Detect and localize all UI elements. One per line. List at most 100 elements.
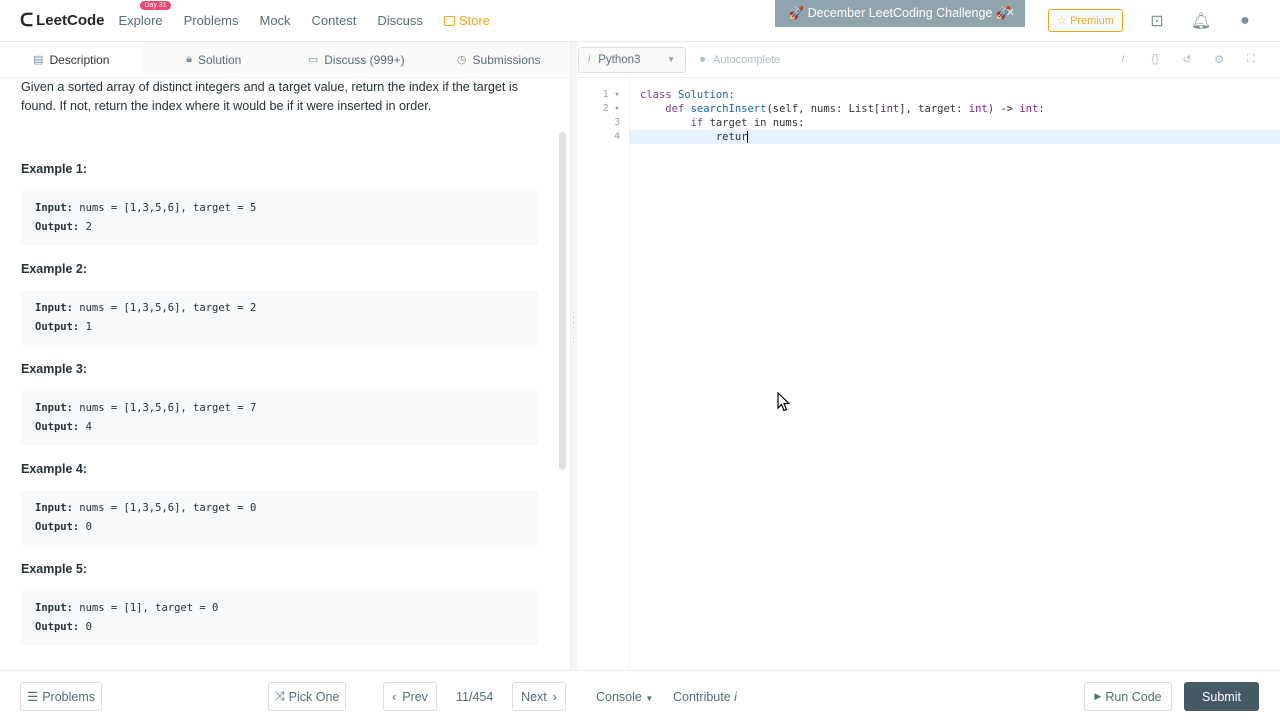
reset-icon[interactable]: ↺ [1180,53,1194,66]
prev-button[interactable]: ‹ Prev [383,682,437,711]
output-label: Output: [35,321,80,333]
pane-splitter[interactable] [570,42,577,670]
console-toggle[interactable]: Console ▼ [596,690,653,704]
example-box: Input: nums = [1,3,5,6], target = 2 Outp… [21,290,538,346]
info-icon[interactable]: i [1116,53,1130,66]
code-token: : [1038,103,1045,115]
console-label: Console [596,690,642,704]
logo[interactable]: ᑕ LeetCode [20,10,104,31]
next-label: Next [521,689,547,704]
nav-explore[interactable]: Explore Day 31 [118,1,171,28]
run-code-button[interactable]: ▶ Run Code [1084,682,1172,711]
discuss-icon: ▭ [307,54,319,66]
toggle-dot-icon [700,57,705,62]
example-input: nums = [1,3,5,6], target = 5 [79,202,257,214]
explore-badge: Day 31 [140,1,171,10]
problem-tabs: ▤ Description 🔒︎ Solution ▭ Discuss (999+) … [0,42,570,78]
code-token: target in nums: [709,117,805,129]
pick-one-label: Pick One [288,689,340,704]
close-icon[interactable]: ✕ [1006,6,1015,19]
example-output: 0 [85,521,92,533]
code-token: class [640,89,672,101]
code-editor[interactable]: 1 ▾ 2 ▾ 3 4 class Solution: def searchIn… [578,78,1280,670]
autocomplete-label: Autocomplete [713,53,781,66]
bottom-toolbar: ☰ Problems ⤨ Pick One ‹ Prev 11/454 Next › C… [0,670,1280,720]
problems-button[interactable]: ☰ Problems [20,682,102,711]
input-label: Input: [35,502,73,514]
next-button[interactable]: Next › [512,682,566,711]
lock-icon: 🔒︎ [186,53,192,65]
tab-description-label: Description [49,52,110,67]
submit-button[interactable]: Submit [1184,682,1259,711]
tab-submissions[interactable]: ◷ Submissions [428,42,571,77]
example-output: 1 [85,321,92,333]
tab-discuss[interactable]: ▭ Discuss (999+) [285,42,428,77]
info-icon: i [588,54,591,65]
description-scrollbar[interactable] [559,132,566,470]
pick-one-button[interactable]: ⤨ Pick One [268,682,346,711]
nav-discuss[interactable]: Discuss [377,13,423,28]
input-label: Input: [35,302,73,314]
code-line-4: retur [640,130,1045,144]
tab-description[interactable]: ▤ Description [0,42,143,77]
line-number: 1 ▾ [602,89,620,100]
example-box: Input: nums = [1,3,5,6], target = 7 Outp… [21,390,538,446]
example-input: nums = [1,3,5,6], target = 0 [79,502,257,514]
example-output: 4 [85,421,92,433]
autocomplete-toggle[interactable]: Autocomplete [700,54,780,66]
example-title: Example 3: [21,362,88,376]
contribute-label: Contribute [673,690,731,704]
prev-label: Prev [402,689,428,704]
input-label: Input: [35,402,73,414]
code-line-2: def searchInsert(self, nums: List[int], … [640,102,1045,116]
nav-problems[interactable]: Problems [184,13,239,28]
nav-mock[interactable]: Mock [259,13,290,28]
run-code-label: Run Code [1105,689,1162,704]
code-token: self, nums: List[ [772,103,881,115]
tab-solution[interactable]: 🔒︎ Solution [143,42,286,77]
playground-icon[interactable]: ⊡ [1147,11,1167,31]
nav-store[interactable]: Store [443,13,490,28]
language-label: Python3 [598,53,641,66]
code-token: int [968,103,988,115]
text-cursor [747,131,749,143]
notification-bell-icon[interactable]: 🔔︎ [1191,11,1211,31]
gutter-divider [629,78,630,670]
problem-counter: 11/454 [456,690,494,704]
output-label: Output: [35,421,80,433]
code-token: if [690,117,704,129]
output-label: Output: [35,521,80,533]
example-input: nums = [1,3,5,6], target = 7 [79,402,257,414]
user-avatar-icon[interactable]: ● [1235,11,1255,31]
nav-contest[interactable]: Contest [312,13,357,28]
caret-down-icon: ▼ [645,694,654,703]
leetcode-logo-icon: ᑕ [20,10,34,30]
example-input: nums = [1], target = 0 [79,602,219,614]
example-box: Input: nums = [1], target = 0 Output: 0 [21,590,538,646]
fullscreen-icon[interactable]: ⛶ [1244,53,1258,66]
output-label: Output: [35,221,80,233]
example-title: Example 4: [21,462,88,476]
logo-text: LeetCode [36,12,105,29]
challenge-banner[interactable]: 🚀 December LeetCoding Challenge 🚀 ✕ [775,0,1025,27]
tab-discuss-label: Discuss (999+) [324,52,405,67]
play-icon: ▶ [1094,691,1102,701]
code-token: def [665,103,685,115]
example-output: 0 [85,621,92,633]
contribute-link[interactable]: Contribute i [673,690,737,704]
problem-statement: Given a sorted array of distinct integer… [21,80,519,113]
example-box: Input: nums = [1,3,5,6], target = 5 Outp… [21,190,538,246]
input-label: Input: [35,602,73,614]
list-icon: ☰ [26,690,39,704]
premium-button[interactable]: ☆ Premium [1048,9,1123,32]
nav-explore-label: Explore [118,13,163,28]
braces-icon[interactable]: {} [1148,53,1162,66]
store-icon [443,15,455,26]
language-select[interactable]: i Python3 ▼ [578,46,686,73]
problems-label: Problems [42,689,95,704]
code-lines: class Solution: def searchInsert(self, n… [640,88,1045,144]
line-number: 3 [614,117,620,128]
settings-icon[interactable]: ⚙︎ [1212,53,1226,66]
tab-submissions-label: Submissions [472,52,541,67]
code-token: retur [715,131,748,143]
